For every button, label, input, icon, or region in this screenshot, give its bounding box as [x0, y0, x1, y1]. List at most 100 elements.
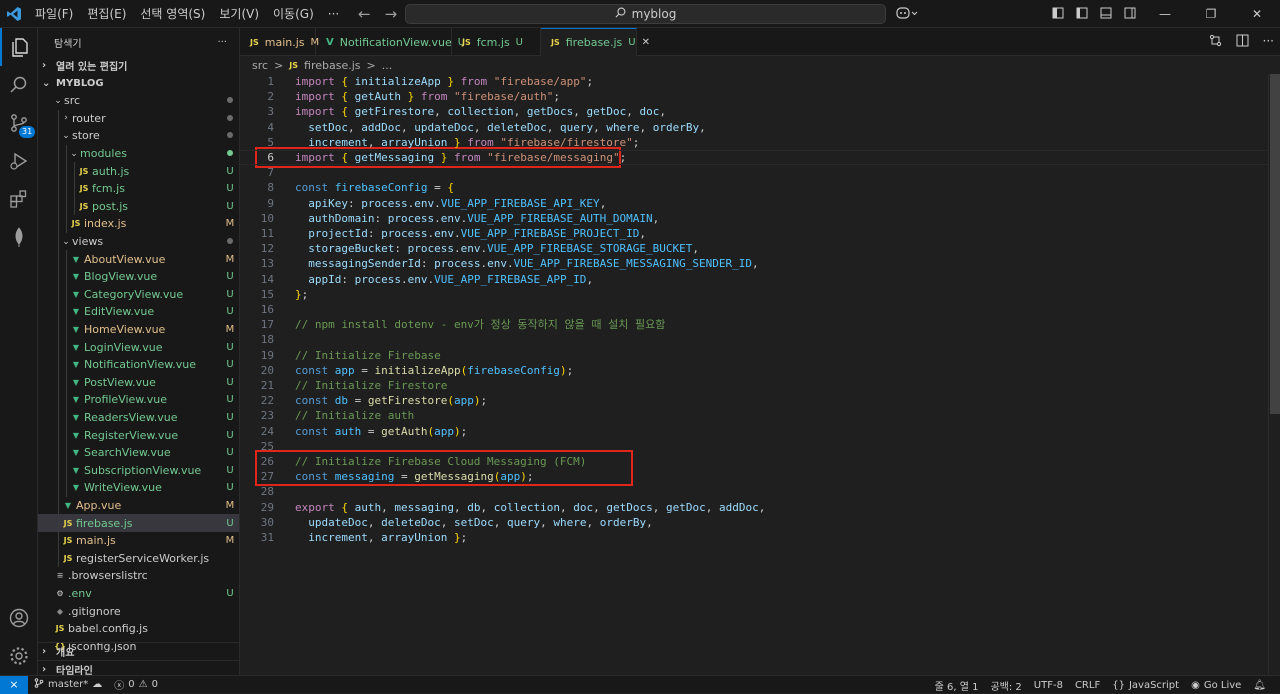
- search-icon[interactable]: [0, 66, 38, 104]
- menu-item[interactable]: 파일(F): [28, 5, 80, 22]
- tree-file[interactable]: JS auth.js U: [38, 162, 239, 180]
- code-token: VUE_APP_FIREBASE_PROJECT_ID: [460, 227, 640, 240]
- go-live[interactable]: ◉ Go Live: [1185, 680, 1247, 691]
- run-debug-icon[interactable]: [0, 142, 38, 180]
- problems-status[interactable]: ⓧ 0 ⚠ 0: [108, 677, 164, 692]
- menu-more[interactable]: ···: [321, 7, 346, 21]
- account-icon[interactable]: [0, 599, 38, 637]
- code-token: query: [506, 515, 541, 529]
- tab-close-icon[interactable]: ✕: [642, 37, 650, 48]
- copilot-icon[interactable]: [896, 6, 918, 24]
- menu-item[interactable]: 편집(E): [80, 5, 133, 22]
- tree-file[interactable]: JS main.js M: [38, 531, 239, 550]
- code-token: :: [394, 242, 408, 256]
- end-of-line[interactable]: CRLF: [1069, 680, 1106, 691]
- breadcrumb: src > JS firebase.js > ...: [252, 57, 392, 73]
- editor-tab[interactable]: V NotificationView.vue U: [316, 28, 465, 56]
- source-control-icon[interactable]: 31: [0, 104, 38, 142]
- editor-tab[interactable]: JS firebase.js U ✕: [541, 28, 650, 56]
- tree-file[interactable]: ≡ .browserslistrc: [38, 567, 239, 585]
- breadcrumb-more[interactable]: ...: [382, 59, 393, 72]
- forward-arrow-icon[interactable]: →: [385, 5, 398, 23]
- more-actions-icon[interactable]: ···: [1263, 34, 1274, 50]
- command-center-search[interactable]: myblog: [405, 4, 886, 24]
- remote-indicator-icon[interactable]: ⨯: [0, 675, 28, 694]
- code-token: ;: [632, 135, 640, 149]
- line-number: 19: [260, 348, 274, 362]
- tree-file[interactable]: ▼ ProfileView.vue U: [38, 391, 239, 409]
- tree-file[interactable]: ▼ SubscriptionView.vue U: [38, 461, 239, 480]
- code-token: ;: [586, 75, 594, 88]
- tree-file[interactable]: ▼ SearchView.vue U: [38, 443, 239, 462]
- tree-folder[interactable]: ⌄ store: [38, 127, 239, 145]
- tree-file[interactable]: ▼ App.vue M: [38, 496, 239, 515]
- scrollbar-thumb[interactable]: [1270, 74, 1280, 414]
- sync-cloud-icon[interactable]: ☁: [92, 679, 102, 690]
- editor-scrollbar[interactable]: [1268, 74, 1280, 675]
- back-arrow-icon[interactable]: ←: [358, 5, 371, 23]
- extensions-icon[interactable]: [0, 180, 38, 218]
- explorer-more-icon[interactable]: ···: [217, 37, 227, 48]
- branch-status[interactable]: master* ☁: [28, 678, 108, 691]
- tree-file[interactable]: JS post.js U: [38, 197, 239, 216]
- js-file-icon: JS: [71, 219, 81, 229]
- toggle-sidebar-icon[interactable]: [1070, 7, 1094, 22]
- tree-folder[interactable]: ⌄ views: [38, 232, 239, 251]
- layout-panels-icon[interactable]: [1046, 7, 1070, 22]
- tree-file[interactable]: ▼ CategoryView.vue U: [38, 285, 239, 304]
- breadcrumb-file[interactable]: firebase.js: [304, 59, 360, 72]
- project-section[interactable]: ⌄ MYBLOG: [38, 74, 239, 92]
- line-number: 25: [260, 439, 274, 453]
- restore-icon[interactable]: ❐: [1188, 7, 1234, 21]
- tree-folder[interactable]: ⌄ src: [38, 92, 239, 110]
- notifications-bell-icon[interactable]: 🔔︎: [1247, 680, 1272, 691]
- tree-file[interactable]: JS registerServiceWorker.js: [38, 549, 239, 568]
- indent-guide: [58, 197, 59, 216]
- timeline-section[interactable]: › 타임라인: [38, 660, 239, 675]
- open-editors-section[interactable]: › 열려 있는 편집기: [38, 56, 239, 74]
- editor-tab[interactable]: JS fcm.js U: [452, 28, 541, 56]
- tree-file[interactable]: ▼ WriteView.vue U: [38, 479, 239, 497]
- tree-file[interactable]: ▼ AboutView.vue M: [38, 250, 239, 268]
- code-token: ;: [553, 90, 560, 104]
- tree-file[interactable]: ▼ BlogView.vue U: [38, 267, 239, 286]
- toggle-panel-icon[interactable]: [1094, 7, 1118, 22]
- code-token: ,: [559, 500, 574, 514]
- tree-file[interactable]: ▼ NotificationView.vue U: [38, 355, 239, 374]
- breadcrumb-folder[interactable]: src: [252, 59, 268, 72]
- outline-section[interactable]: › 개요: [38, 642, 239, 660]
- tree-file[interactable]: JS babel.config.js: [38, 620, 239, 638]
- explorer-icon[interactable]: [0, 28, 38, 66]
- menu-item[interactable]: 선택 영역(S): [133, 5, 212, 22]
- minimize-icon[interactable]: —: [1142, 7, 1188, 21]
- tree-folder[interactable]: › router: [38, 109, 239, 128]
- encoding[interactable]: UTF-8: [1028, 680, 1069, 691]
- close-icon[interactable]: ✕: [1234, 7, 1280, 21]
- tree-file[interactable]: ◆ .gitignore: [38, 602, 239, 620]
- tree-file[interactable]: ▼ EditView.vue U: [38, 303, 239, 321]
- split-editor-icon[interactable]: [1236, 34, 1249, 50]
- tree-file[interactable]: JS index.js M: [38, 215, 239, 233]
- language-mode[interactable]: {} JavaScript: [1106, 680, 1185, 691]
- indentation[interactable]: 공백: 2: [984, 678, 1027, 693]
- tree-file[interactable]: JS fcm.js U: [38, 179, 239, 198]
- mongodb-leaf-icon[interactable]: [0, 218, 38, 256]
- code-editor[interactable]: 1 import { initializeApp } from "firebase…: [240, 74, 1268, 675]
- settings-gear-icon[interactable]: [0, 637, 38, 675]
- tree-folder[interactable]: ⌄ modules: [38, 144, 239, 163]
- tree-file[interactable]: ▼ PostView.vue U: [38, 373, 239, 392]
- tree-file[interactable]: ▼ LoginView.vue U: [38, 338, 239, 356]
- menu-item[interactable]: 보기(V): [212, 5, 266, 22]
- tree-file[interactable]: ▼ HomeView.vue M: [38, 320, 239, 339]
- editor-tab[interactable]: JS main.js M: [240, 28, 319, 56]
- tree-file[interactable]: JS firebase.js U: [38, 514, 239, 532]
- toggle-secondary-sidebar-icon[interactable]: [1118, 7, 1142, 22]
- cursor-position[interactable]: 줄 6, 열 1: [929, 678, 985, 693]
- tree-file[interactable]: ▼ ReadersView.vue U: [38, 408, 239, 427]
- compare-changes-icon[interactable]: [1209, 34, 1222, 50]
- menu-item[interactable]: 이동(G): [266, 5, 321, 22]
- tree-file[interactable]: ▼ RegisterView.vue U: [38, 426, 239, 444]
- code-token: updateDoc: [308, 515, 368, 529]
- tree-file[interactable]: ⚙ .env U: [38, 585, 239, 603]
